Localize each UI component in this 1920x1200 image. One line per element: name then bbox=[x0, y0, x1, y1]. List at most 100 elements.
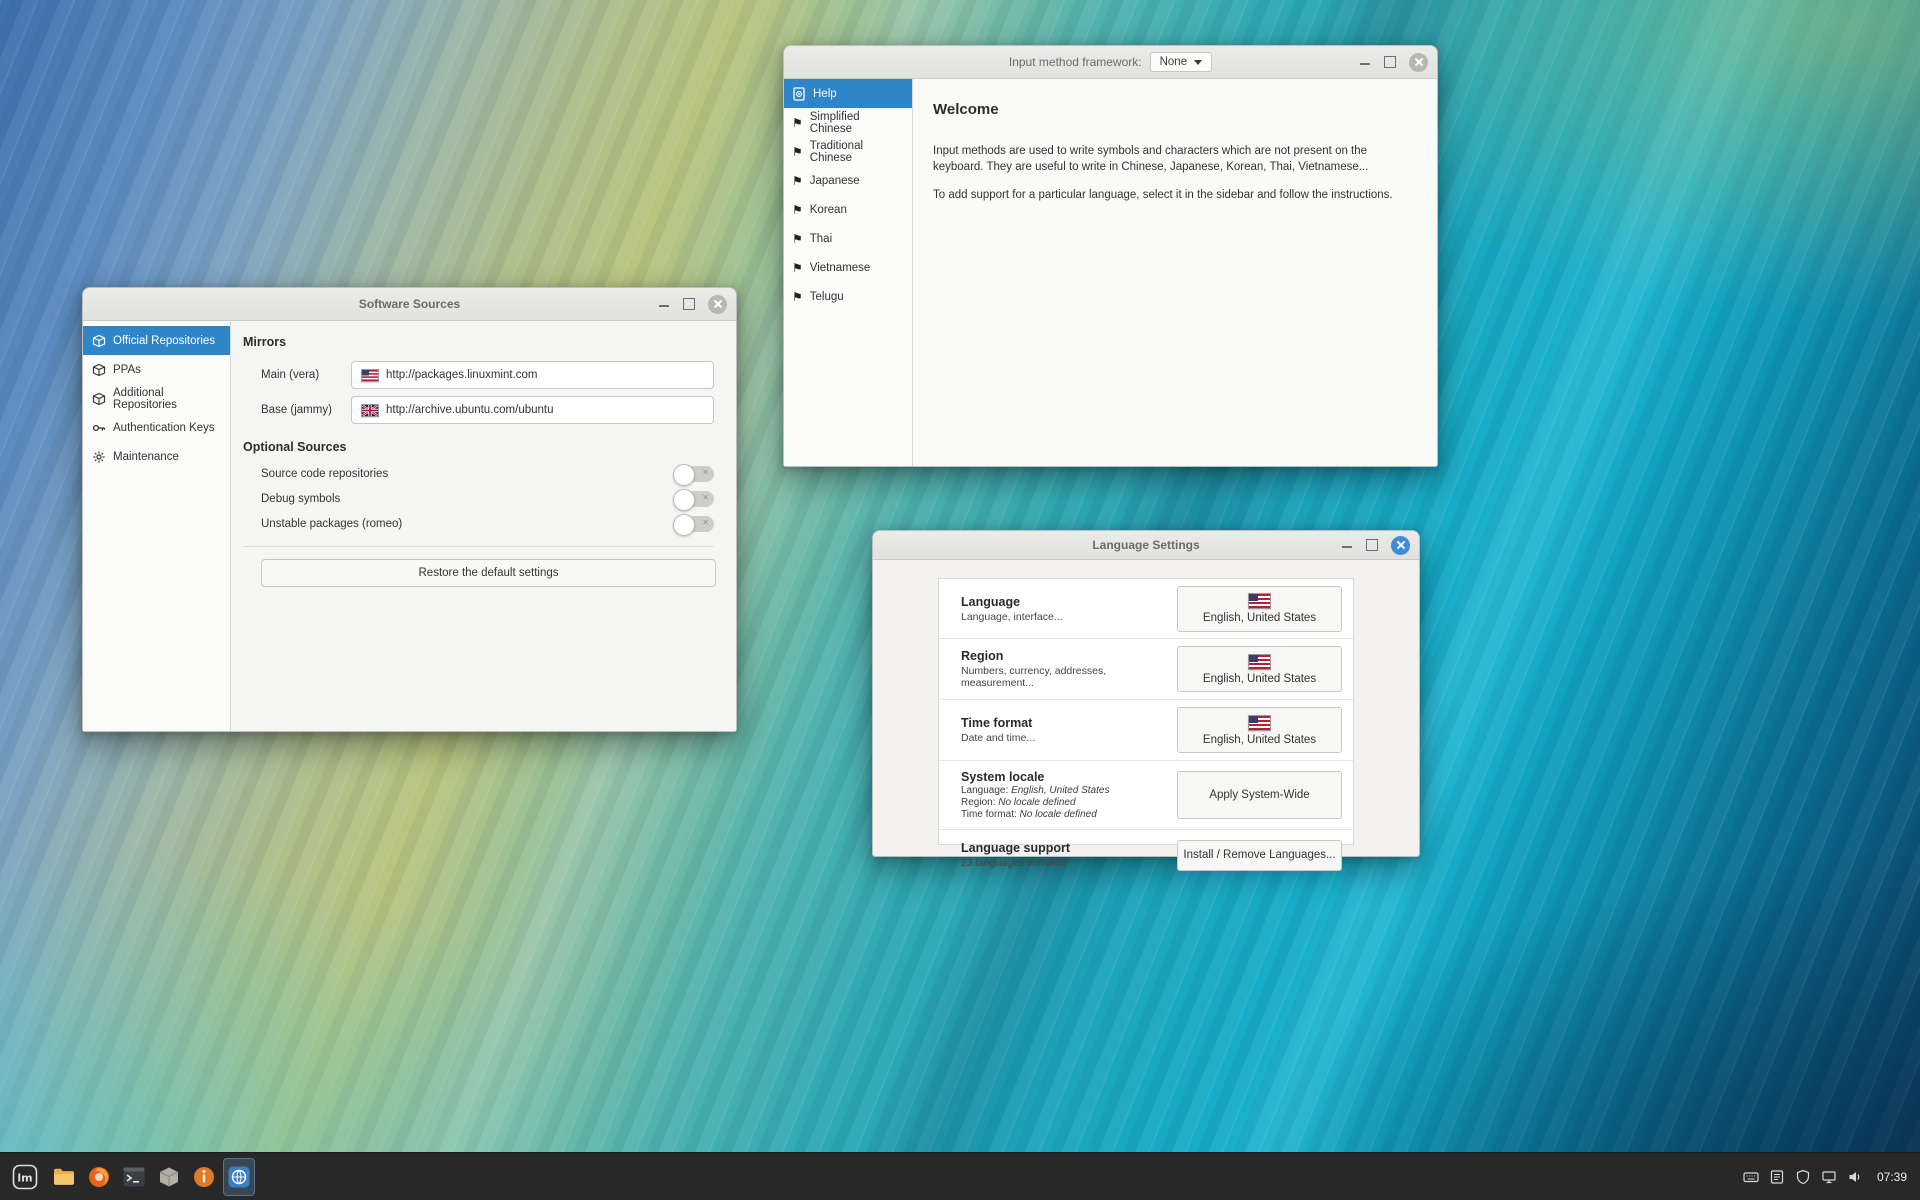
files-launcher[interactable] bbox=[48, 1158, 80, 1196]
welcome-heading: Welcome bbox=[933, 101, 999, 118]
language-settings-titlebar[interactable]: Language Settings bbox=[873, 531, 1419, 560]
sidebar-item-ppas[interactable]: PPAs bbox=[83, 355, 230, 384]
time-format-select-button[interactable]: English, United States bbox=[1177, 707, 1342, 753]
sidebar-item-label: Traditional Chinese bbox=[809, 139, 864, 164]
sidebar-item-maintenance[interactable]: Maintenance bbox=[83, 442, 230, 471]
help-document-icon bbox=[793, 86, 805, 101]
language-settings-window-button[interactable] bbox=[223, 1157, 255, 1196]
debug-symbols-label: Debug symbols bbox=[261, 493, 341, 505]
system-info-window-button[interactable] bbox=[188, 1158, 220, 1196]
row-description: Numbers, currency, addresses, measuremen… bbox=[961, 665, 1107, 689]
package-icon bbox=[92, 363, 106, 377]
base-mirror-field[interactable]: http://archive.ubuntu.com/ubuntu bbox=[351, 396, 714, 424]
close-button[interactable] bbox=[1409, 52, 1428, 72]
input-methods-sidebar: Help ⚑ Simplified Chinese ⚑ Traditional … bbox=[784, 79, 913, 466]
input-indicator-tray-icon[interactable] bbox=[1743, 1169, 1759, 1185]
row-title: Language support bbox=[961, 841, 1071, 855]
close-button[interactable] bbox=[1391, 535, 1410, 555]
framework-dropdown-value: None bbox=[1159, 56, 1188, 68]
sidebar-item-label: Authentication Keys bbox=[113, 421, 215, 434]
sidebar-item-korean[interactable]: ⚑ Korean bbox=[784, 195, 912, 224]
sidebar-item-additional-repositories[interactable]: Additional Repositories bbox=[83, 384, 230, 413]
window-input-methods: Input method framework: None Help ⚑ Simp… bbox=[783, 45, 1438, 467]
sidebar-item-label: Telugu bbox=[809, 290, 844, 303]
sidebar-item-official-repositories[interactable]: Official Repositories bbox=[83, 326, 230, 355]
volume-tray-icon[interactable] bbox=[1847, 1169, 1863, 1185]
taskbar-clock[interactable]: 07:39 bbox=[1877, 1170, 1907, 1184]
region-select-button[interactable]: English, United States bbox=[1177, 646, 1342, 692]
network-tray-icon[interactable] bbox=[1821, 1169, 1837, 1185]
maximize-button[interactable] bbox=[683, 298, 695, 310]
package-icon bbox=[92, 392, 106, 406]
sidebar-item-thai[interactable]: ⚑ Thai bbox=[784, 224, 912, 253]
main-mirror-field[interactable]: http://packages.linuxmint.com bbox=[351, 361, 714, 389]
toggle-knob bbox=[673, 514, 695, 536]
row-title: Region bbox=[961, 649, 1004, 663]
mint-logo-icon: lm bbox=[12, 1164, 38, 1189]
terminal-launcher[interactable] bbox=[118, 1158, 150, 1196]
firefox-launcher[interactable] bbox=[83, 1158, 115, 1196]
sidebar-item-vietnamese[interactable]: ⚑ Vietnamese bbox=[784, 253, 912, 282]
sidebar-item-telugu[interactable]: ⚑ Telugu bbox=[784, 282, 912, 311]
unstable-packages-toggle[interactable] bbox=[673, 514, 714, 536]
toggle-knob bbox=[673, 489, 695, 511]
us-flag-icon bbox=[1248, 653, 1271, 670]
sidebar-item-help[interactable]: Help bbox=[784, 79, 912, 108]
sidebar-item-simplified-chinese[interactable]: ⚑ Simplified Chinese bbox=[784, 108, 912, 137]
sidebar-item-label: Thai bbox=[809, 232, 833, 245]
sidebar-item-japanese[interactable]: ⚑ Japanese bbox=[784, 166, 912, 195]
language-select-button[interactable]: English, United States bbox=[1177, 585, 1342, 632]
install-remove-languages-button[interactable]: Install / Remove Languages... bbox=[1177, 839, 1342, 871]
sidebar-item-label: Maintenance bbox=[113, 450, 179, 463]
locale-time-format-line: Time format: No locale defined bbox=[961, 809, 1097, 820]
base-mirror-label: Base (jammy) bbox=[261, 404, 332, 416]
flag-icon: ⚑ bbox=[792, 231, 803, 246]
framework-dropdown[interactable]: None bbox=[1149, 52, 1213, 72]
sidebar-item-label: Korean bbox=[809, 203, 847, 216]
system-locale-row: System locale Language: English, United … bbox=[939, 761, 1353, 830]
maximize-button[interactable] bbox=[1384, 56, 1396, 68]
sidebar-item-label: Official Repositories bbox=[113, 334, 216, 347]
flag-icon: ⚑ bbox=[792, 115, 803, 130]
sidebar-item-label: PPAs bbox=[113, 363, 141, 376]
flag-icon: ⚑ bbox=[792, 144, 803, 159]
maximize-button[interactable] bbox=[1366, 539, 1378, 551]
language-settings-panel: Language Language, interface... English,… bbox=[938, 578, 1354, 871]
sidebar-item-traditional-chinese[interactable]: ⚑ Traditional Chinese bbox=[784, 137, 912, 166]
shield-tray-icon[interactable] bbox=[1795, 1169, 1811, 1185]
close-button[interactable] bbox=[708, 294, 727, 314]
sidebar-item-label: Simplified Chinese bbox=[809, 110, 860, 135]
button-label: English, United States bbox=[1202, 612, 1317, 624]
input-method-framework-label: Input method framework: bbox=[1008, 55, 1142, 69]
minimize-button[interactable] bbox=[658, 298, 670, 310]
flag-icon: ⚑ bbox=[792, 173, 803, 188]
row-title: Language bbox=[961, 594, 1021, 609]
sidebar-item-label: Japanese bbox=[809, 174, 860, 187]
mint-menu-button[interactable]: lm bbox=[5, 1158, 45, 1196]
button-label: Apply System-Wide bbox=[1209, 789, 1310, 801]
input-methods-titlebar[interactable]: Input method framework: None bbox=[784, 46, 1437, 79]
minimize-button[interactable] bbox=[1359, 56, 1371, 68]
us-flag-icon bbox=[1248, 714, 1271, 731]
optional-sources-heading: Optional Sources bbox=[243, 440, 347, 454]
software-sources-titlebar[interactable]: Software Sources bbox=[83, 288, 736, 321]
source-code-repositories-label: Source code repositories bbox=[261, 468, 389, 480]
notes-tray-icon[interactable] bbox=[1769, 1169, 1785, 1185]
us-flag-icon bbox=[361, 368, 379, 382]
row-title: Time format bbox=[961, 716, 1033, 730]
time-format-row: Time format Date and time... English, Un… bbox=[939, 700, 1353, 761]
button-label: English, United States bbox=[1202, 672, 1317, 685]
software-sources-window-button[interactable] bbox=[153, 1158, 185, 1196]
minimize-button[interactable] bbox=[1341, 539, 1353, 551]
window-software-sources: Software Sources Official Repositories P… bbox=[82, 287, 737, 732]
software-sources-sidebar: Official Repositories PPAs Additional Re… bbox=[83, 321, 231, 731]
main-mirror-url: http://packages.linuxmint.com bbox=[386, 369, 538, 381]
sidebar-item-authentication-keys[interactable]: Authentication Keys bbox=[83, 413, 230, 442]
window-title: Language Settings bbox=[1092, 538, 1200, 552]
restore-defaults-button[interactable]: Restore the default settings bbox=[261, 559, 716, 587]
apply-system-wide-button[interactable]: Apply System-Wide bbox=[1177, 771, 1342, 819]
flag-icon: ⚑ bbox=[792, 202, 803, 217]
input-methods-content: Welcome Input methods are used to write … bbox=[913, 79, 1437, 466]
source-code-repositories-toggle[interactable] bbox=[673, 464, 714, 486]
debug-symbols-toggle[interactable] bbox=[673, 489, 714, 511]
